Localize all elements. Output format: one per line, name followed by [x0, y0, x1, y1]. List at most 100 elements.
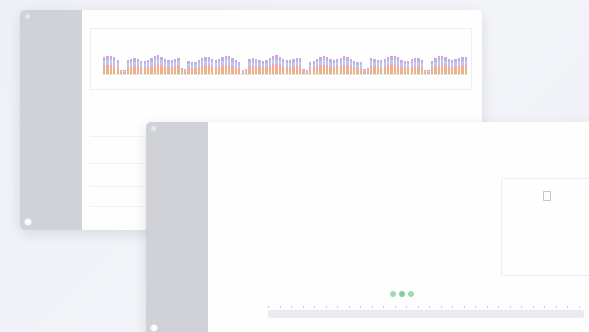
bar-segment: [248, 69, 251, 74]
play-button[interactable]: [399, 291, 405, 297]
stacked-bar: [113, 57, 116, 74]
bar-segment: [397, 69, 400, 74]
bar-segment: [228, 69, 231, 74]
stacked-bar: [288, 60, 292, 74]
next-frame-button[interactable]: [408, 291, 414, 297]
timeline-track[interactable]: [268, 310, 584, 318]
stacked-bar: [282, 59, 285, 74]
bar-segment: [160, 69, 163, 74]
front-window: [146, 122, 589, 332]
bar-segment: [312, 70, 315, 74]
stacked-bar: [464, 57, 467, 74]
stacked-bar: [292, 59, 295, 74]
stacked-bar: [180, 68, 184, 74]
front-user[interactable]: [150, 324, 161, 332]
bar-segment: [393, 68, 396, 74]
stacked-bar: [261, 60, 265, 74]
bar-segment: [123, 72, 126, 74]
stacked-bar: [332, 59, 336, 74]
bar-segment: [204, 69, 207, 74]
bar-segment: [217, 69, 221, 74]
bar-segment: [332, 69, 336, 74]
stacked-bar: [265, 59, 268, 74]
bar-segment: [386, 69, 390, 74]
bar-segment: [173, 69, 177, 74]
stacked-bar: [197, 59, 200, 74]
bar-segment: [153, 68, 156, 74]
bar-segment: [376, 70, 380, 74]
bar-segment: [430, 70, 434, 74]
stacked-bar: [231, 58, 234, 74]
stacked-bar: [461, 56, 464, 74]
stacked-bar: [106, 55, 109, 74]
timeline-tick: [268, 306, 269, 308]
bar-segment: [234, 70, 238, 74]
back-user[interactable]: [24, 218, 35, 226]
front-topbar: [208, 122, 589, 134]
stacked-bar: [163, 58, 167, 74]
stacked-bar: [315, 58, 319, 74]
bar-segment: [383, 69, 386, 74]
stacked-bar: [184, 68, 187, 74]
stacked-bar: [187, 61, 190, 74]
stacked-bar: [173, 58, 177, 74]
bar-segment: [444, 69, 447, 74]
bar-segment: [106, 68, 109, 74]
stacked-bar: [238, 61, 241, 74]
bar-segment: [167, 70, 170, 74]
bar-segment: [157, 68, 160, 74]
back-sidebar: [20, 10, 82, 230]
stacked-bar: [369, 57, 373, 74]
stacked-bar: [305, 69, 309, 74]
bar-segment: [390, 68, 393, 74]
stacked-bar: [244, 69, 248, 74]
stacked-bar: [119, 69, 123, 74]
timeline-tick: [521, 306, 522, 308]
stacked-bar: [207, 57, 211, 74]
bar-segment: [336, 69, 339, 74]
back-brand: [25, 14, 82, 19]
bar-segment: [214, 70, 217, 74]
stacked-bar: [140, 60, 143, 74]
stacked-bar: [160, 56, 163, 74]
bar-segment: [424, 72, 427, 74]
stacked-bar: [258, 60, 261, 74]
stacked-bar: [167, 60, 170, 74]
bar-segment: [464, 69, 467, 74]
timeline-tick: [383, 306, 384, 308]
timeline-tick: [371, 306, 372, 308]
stacked-bar: [393, 55, 396, 74]
front-brand: [151, 126, 208, 131]
stacked-bar: [309, 62, 312, 74]
stacked-bar: [447, 58, 451, 74]
stacked-bar: [430, 60, 434, 74]
stacked-bar: [285, 60, 288, 74]
stacked-bar: [342, 56, 346, 74]
bar-segment: [275, 68, 278, 74]
stacked-bar-chart: [103, 39, 468, 75]
stacked-bar: [380, 60, 383, 74]
bar-segment: [255, 69, 258, 74]
prev-frame-button[interactable]: [390, 291, 396, 297]
bar-segment: [241, 72, 244, 74]
stacked-bar: [417, 58, 420, 74]
bar-segment: [190, 70, 194, 74]
bar-segment: [410, 69, 413, 74]
bar-segment: [231, 69, 234, 74]
bar-segment: [326, 69, 329, 74]
timeline-tick: [544, 306, 545, 308]
timeline-tick: [509, 306, 510, 308]
stacked-bar: [319, 56, 322, 74]
bar-segment: [315, 69, 319, 74]
timeline-tick: [314, 306, 315, 308]
bar-segment: [177, 69, 180, 74]
timeline-tick: [555, 306, 556, 308]
timeline-tick: [417, 306, 418, 308]
stacked-bar: [109, 55, 113, 74]
stacked-bar: [217, 59, 221, 74]
stacked-bar: [130, 58, 133, 74]
stacked-bar: [201, 57, 204, 74]
bar-segment: [292, 69, 295, 74]
bar-segment: [413, 69, 417, 74]
stacked-bar: [424, 69, 427, 74]
